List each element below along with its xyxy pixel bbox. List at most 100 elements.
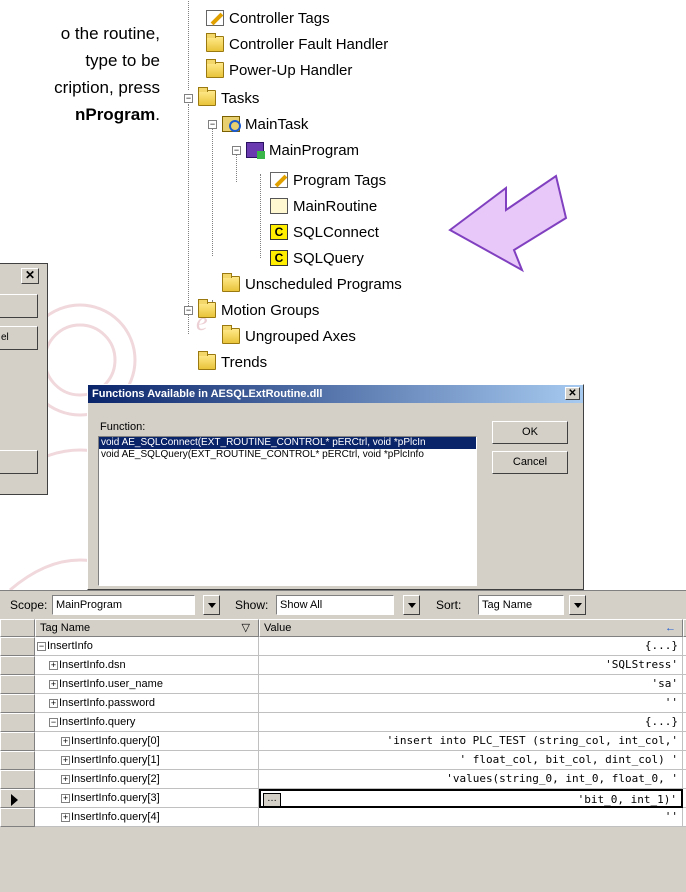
sort-select[interactable]: Tag Name — [478, 595, 564, 615]
table-row[interactable]: + InsertInfo.user_name 'sa' — [0, 675, 686, 694]
routine-icon — [270, 198, 288, 214]
tag-name-cell[interactable]: + InsertInfo.query[1] — [35, 751, 259, 770]
row-selector[interactable] — [0, 770, 35, 789]
scope-select[interactable]: MainProgram — [52, 595, 195, 615]
close-icon[interactable]: ✕ — [21, 268, 39, 284]
show-select[interactable]: Show All — [276, 595, 394, 615]
tree-item-controller-tags[interactable]: Controller Tags — [206, 5, 330, 31]
tree-item-sql-connect[interactable]: C SQLConnect — [270, 219, 379, 245]
expand-icon[interactable]: + — [61, 755, 70, 765]
value-cell[interactable]: '' — [259, 694, 683, 713]
row-selector[interactable] — [0, 656, 35, 675]
tag-name: InsertInfo.user_name — [59, 678, 163, 690]
cancel-button[interactable]: Cancel — [492, 451, 568, 474]
value-cell[interactable]: ' float_col, bit_col, dint_col) ' — [259, 751, 683, 770]
value-cell[interactable]: 'insert into PLC_TEST (string_col, int_c… — [259, 732, 683, 751]
expand-icon[interactable]: + — [61, 793, 70, 803]
dialog-button-top[interactable] — [0, 294, 38, 318]
expand-icon[interactable]: + — [61, 736, 70, 746]
table-row[interactable]: − InsertInfo {...} — [0, 637, 686, 656]
tag-name-cell[interactable]: + InsertInfo.query[2] — [35, 770, 259, 789]
expand-icon[interactable]: + — [61, 774, 70, 784]
collapse-icon[interactable]: − — [37, 641, 46, 651]
doc-paragraph: o the routine, type to be cription, pres… — [0, 20, 160, 128]
tree-item-ungrouped-axes[interactable]: Ungrouped Axes — [222, 323, 356, 349]
close-icon[interactable]: ✕ — [565, 387, 580, 400]
value-cell[interactable]: {...} — [259, 713, 683, 732]
tree-item-label: Motion Groups — [221, 301, 320, 319]
collapse-toggle[interactable]: − — [184, 94, 193, 103]
table-row[interactable]: + InsertInfo.password '' — [0, 694, 686, 713]
row-selector[interactable] — [0, 732, 35, 751]
tag-name: InsertInfo.query[4] — [71, 811, 160, 823]
row-selector[interactable] — [0, 751, 35, 770]
tree-item-main-routine[interactable]: MainRoutine — [270, 193, 377, 219]
table-row[interactable]: + InsertInfo.query[0] 'insert into PLC_TE… — [0, 732, 686, 751]
tag-name-cell[interactable]: + InsertInfo.query[3] — [35, 789, 259, 808]
sort-dropdown-icon[interactable] — [569, 595, 586, 615]
tag-name-cell[interactable]: + InsertInfo.query[4] — [35, 808, 259, 827]
tag-name-cell[interactable]: + InsertInfo.query[0] — [35, 732, 259, 751]
value-cell[interactable]: '' — [259, 808, 683, 827]
column-header-tag-name[interactable]: Tag Name ▽ — [35, 619, 259, 637]
row-selector[interactable] — [0, 808, 35, 827]
row-selector[interactable] — [0, 637, 35, 656]
tag-name: InsertInfo.query — [59, 716, 136, 728]
tree-item-label: Unscheduled Programs — [245, 275, 402, 293]
function-list[interactable]: void AE_SQLConnect(EXT_ROUTINE_CONTROL* … — [98, 436, 477, 586]
expand-icon[interactable]: + — [49, 660, 58, 670]
column-header-value[interactable]: Value ← — [259, 619, 683, 637]
collapse-toggle[interactable]: − — [208, 120, 217, 129]
tree-item-main-program[interactable]: MainProgram — [246, 137, 359, 163]
function-item[interactable]: void AE_SQLQuery(EXT_ROUTINE_CONTROL* pE… — [99, 449, 476, 461]
value-cell[interactable]: 'values(string_0, int_0, float_0, ' — [259, 770, 683, 789]
expand-icon[interactable]: + — [49, 698, 58, 708]
table-row[interactable]: + InsertInfo.dsn 'SQLStress' — [0, 656, 686, 675]
tag-name-cell[interactable]: + InsertInfo.dsn — [35, 656, 259, 675]
dialog-title: Functions Available in AESQLExtRoutine.d… — [92, 388, 323, 400]
tree-item-tasks[interactable]: Tasks — [198, 85, 259, 111]
tag-name-cell[interactable]: + InsertInfo.password — [35, 694, 259, 713]
tree-item-controller-fault-handler[interactable]: Controller Fault Handler — [206, 31, 388, 57]
tree-item-main-task[interactable]: MainTask — [222, 111, 308, 137]
tag-name-cell[interactable]: + InsertInfo.user_name — [35, 675, 259, 694]
value-cell[interactable]: {...} — [259, 637, 683, 656]
tree-item-unscheduled-programs[interactable]: Unscheduled Programs — [222, 271, 402, 297]
function-item[interactable]: void AE_SQLConnect(EXT_ROUTINE_CONTROL* … — [99, 437, 476, 449]
tree-item-trends[interactable]: Trends — [198, 349, 267, 375]
ellipsis-button[interactable]: … — [263, 793, 281, 807]
cancel-button-partial[interactable]: el — [0, 326, 38, 350]
show-dropdown-icon[interactable] — [403, 595, 420, 615]
dialog-button-bottom[interactable] — [0, 450, 38, 474]
collapse-icon[interactable]: − — [49, 717, 58, 727]
value-cell-editing[interactable]: … 'bit_0, int_1)' — [259, 789, 683, 808]
table-row-active[interactable]: + InsertInfo.query[3] … 'bit_0, int_1)' — [0, 789, 686, 808]
table-row[interactable]: + InsertInfo.query[2] 'values(string_0, i… — [0, 770, 686, 789]
collapse-toggle[interactable]: − — [232, 146, 241, 155]
dialog-titlebar: Functions Available in AESQLExtRoutine.d… — [88, 385, 583, 403]
row-selector[interactable] — [0, 675, 35, 694]
table-row[interactable]: − InsertInfo.query {...} — [0, 713, 686, 732]
tree-item-power-up-handler[interactable]: Power-Up Handler — [206, 57, 352, 83]
tag-name-cell[interactable]: − InsertInfo.query — [35, 713, 259, 732]
value-cell[interactable]: 'sa' — [259, 675, 683, 694]
tree-item-program-tags[interactable]: Program Tags — [270, 167, 386, 193]
tree-item-label: Ungrouped Axes — [245, 327, 356, 345]
table-row[interactable]: + InsertInfo.query[1] ' float_col, bit_co… — [0, 751, 686, 770]
tag-name-cell[interactable]: − InsertInfo — [35, 637, 259, 656]
tree-item-sql-query[interactable]: C SQLQuery — [270, 245, 364, 271]
expand-icon[interactable]: + — [61, 812, 70, 822]
row-selector[interactable] — [0, 713, 35, 732]
scope-dropdown-icon[interactable] — [203, 595, 220, 615]
expand-icon[interactable]: + — [49, 679, 58, 689]
table-row[interactable]: + InsertInfo.query[4] '' — [0, 808, 686, 827]
collapse-toggle[interactable]: − — [184, 306, 193, 315]
tree-item-label: Controller Fault Handler — [229, 35, 389, 53]
doc-line: cription, press — [54, 78, 160, 97]
row-selector[interactable] — [0, 694, 35, 713]
tree-item-motion-groups[interactable]: Motion Groups — [198, 297, 319, 323]
pencil-tags-icon — [270, 172, 288, 188]
ok-button[interactable]: OK — [492, 421, 568, 444]
value-cell[interactable]: 'SQLStress' — [259, 656, 683, 675]
row-selector[interactable] — [0, 789, 35, 808]
